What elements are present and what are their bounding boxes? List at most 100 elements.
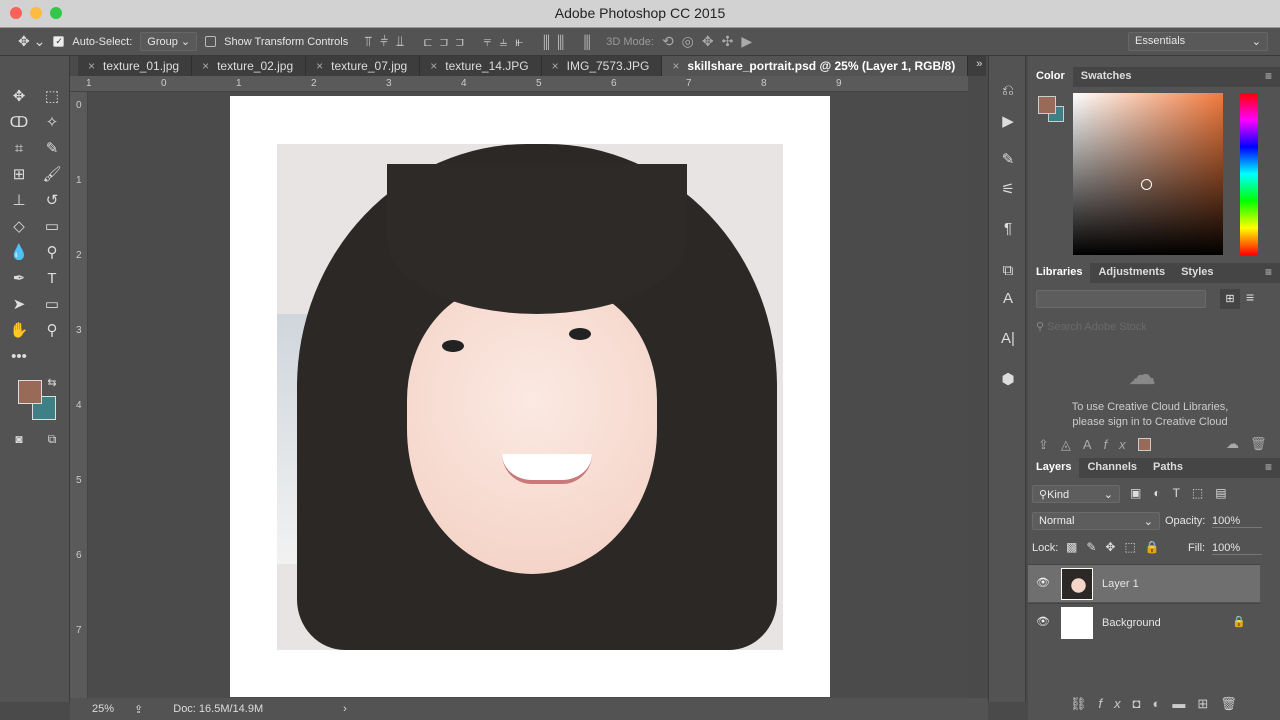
layer-filter-icons[interactable]: ▣◐T⬚▤: [1130, 486, 1239, 500]
panel-menu-icon[interactable]: ≡: [1265, 69, 1272, 83]
3d-icon[interactable]: ⬢: [997, 370, 1019, 388]
list-view-icon[interactable]: ≡: [1246, 289, 1254, 305]
eyedropper-icon[interactable]: ✎: [40, 138, 64, 160]
document-tab[interactable]: × IMG_7573.JPG: [542, 56, 663, 76]
close-tab-icon[interactable]: ×: [316, 59, 323, 73]
trash-icon[interactable]: 🗑: [1250, 436, 1267, 452]
opacity-field[interactable]: 100%: [1212, 515, 1262, 528]
lasso-tool-icon[interactable]: ↀ: [7, 112, 31, 134]
more-tools-icon[interactable]: •••: [7, 346, 31, 368]
close-tab-icon[interactable]: ×: [202, 59, 209, 73]
library-dropdown[interactable]: [1036, 290, 1206, 308]
library-color-swatch[interactable]: [1138, 438, 1151, 451]
hue-slider[interactable]: [1240, 93, 1258, 255]
move-tool-icon[interactable]: ✥: [7, 86, 31, 108]
color-field[interactable]: [1073, 93, 1223, 255]
close-tab-icon[interactable]: ×: [88, 59, 95, 73]
color-picker-cursor[interactable]: [1141, 179, 1152, 190]
ruler-tick-label: 6: [76, 550, 82, 561]
healing-brush-icon[interactable]: ⊞: [7, 164, 31, 186]
cloud-sync-icon[interactable]: ☁: [1226, 436, 1239, 452]
brush-icon[interactable]: ✎: [997, 150, 1019, 168]
ruler-tick-label: 2: [311, 78, 317, 89]
type-tool-icon[interactable]: T: [40, 268, 64, 290]
fill-field[interactable]: 100%: [1212, 542, 1262, 555]
close-tab-icon[interactable]: ×: [552, 59, 559, 73]
stock-search[interactable]: ⚲ Search Adobe Stock: [1036, 320, 1147, 333]
layer-actions[interactable]: ⛓fx◘◐▬⊞🗑: [1070, 696, 1249, 712]
panel-menu-icon[interactable]: ≡: [1265, 460, 1272, 474]
brush-presets-icon[interactable]: ⚟: [997, 180, 1019, 198]
panel-fg-swatch[interactable]: [1038, 96, 1056, 114]
document-tab[interactable]: × skillshare_portrait.psd @ 25% (Layer 1,…: [662, 56, 969, 76]
layer-row-layer-1[interactable]: 👁 Layer 1: [1028, 564, 1260, 602]
library-actions[interactable]: ⇪◬Afx: [1038, 437, 1138, 453]
document-tab[interactable]: × texture_07.jpg: [306, 56, 421, 76]
document-tab[interactable]: × texture_02.jpg: [192, 56, 307, 76]
character-icon[interactable]: A: [997, 290, 1019, 307]
tab-channels[interactable]: Channels: [1079, 458, 1145, 478]
blend-mode-dropdown[interactable]: Normal ⌄: [1032, 512, 1160, 530]
gradient-tool-icon[interactable]: ▭: [40, 216, 64, 238]
foreground-color-swatch[interactable]: [18, 380, 42, 404]
tab-color[interactable]: Color: [1028, 67, 1073, 87]
pen-tool-icon[interactable]: ✒: [7, 268, 31, 290]
actions-play-icon[interactable]: ▶: [997, 112, 1019, 130]
crop-tool-icon[interactable]: ⌗: [7, 138, 31, 160]
layer-filter-dropdown[interactable]: ⚲Kind ⌄: [1032, 485, 1120, 503]
grid-view-icon[interactable]: ⊞: [1220, 289, 1240, 309]
status-menu-arrow[interactable]: ›: [343, 703, 347, 715]
eraser-tool-icon[interactable]: ◇: [7, 216, 31, 238]
path-select-icon[interactable]: ➤: [7, 294, 31, 316]
tab-libraries[interactable]: Libraries: [1028, 263, 1091, 283]
layer-row-background[interactable]: 👁 Background 🔒: [1028, 603, 1260, 641]
ruler-tick-label: 6: [611, 78, 617, 89]
show-transform-checkbox[interactable]: [205, 36, 217, 47]
toolbox: ✥ ⬚ ↀ ✧ ⌗ ✎ ⊞ 🖌 ⊥ ↺ ◇ ▭ 💧 ⚲ ✒ T ➤ ▭ ✋ ⚲ …: [0, 56, 70, 702]
close-tab-icon[interactable]: ×: [430, 59, 437, 73]
more-tabs-icon[interactable]: »: [968, 56, 990, 76]
layer-name[interactable]: Background: [1102, 617, 1161, 629]
quick-mask-icon[interactable]: ◙: [7, 428, 31, 450]
3d-mode-icons[interactable]: ⟲◎✥✣▶: [662, 33, 760, 50]
zoom-tool-icon[interactable]: ⚲: [40, 320, 64, 342]
document-tab[interactable]: × texture_14.JPG: [420, 56, 542, 76]
workspace-dropdown[interactable]: Essentials ⌄: [1128, 32, 1268, 51]
history-brush-icon[interactable]: ↺: [40, 190, 64, 212]
panel-menu-icon[interactable]: ≡: [1265, 265, 1272, 279]
move-tool-icon[interactable]: ✥ ⌄: [18, 33, 45, 50]
screen-mode-icon[interactable]: ⧉: [40, 428, 64, 450]
magic-wand-icon[interactable]: ✧: [40, 112, 64, 134]
history-icon[interactable]: ⎌: [997, 82, 1019, 99]
visibility-eye-icon[interactable]: 👁: [1036, 615, 1050, 628]
layer-thumbnail: [1061, 607, 1093, 639]
visibility-eye-icon[interactable]: 👁: [1036, 576, 1050, 589]
marquee-tool-icon[interactable]: ⬚: [40, 86, 64, 108]
zoom-level[interactable]: 25%: [92, 703, 114, 715]
tab-styles[interactable]: Styles: [1173, 263, 1221, 283]
tab-adjustments[interactable]: Adjustments: [1090, 263, 1173, 283]
document-tab[interactable]: × texture_01.jpg: [78, 56, 193, 76]
brush-tool-icon[interactable]: 🖌: [40, 164, 64, 186]
align-icons[interactable]: ⫪⫩⫫ ⊏⊐⊐ ⫧⫨⫦ ⫼⫼ ⫼: [364, 33, 598, 50]
blur-tool-icon[interactable]: 💧: [7, 242, 31, 264]
export-icon[interactable]: ⇪: [134, 703, 143, 716]
lock-icons[interactable]: ▩✎✥⬚🔒: [1066, 540, 1169, 554]
layer-name[interactable]: Layer 1: [1102, 578, 1139, 590]
ruler-tick-label: 9: [836, 78, 842, 89]
dodge-tool-icon[interactable]: ⚲: [40, 242, 64, 264]
stamp-tool-icon[interactable]: ⊥: [7, 190, 31, 212]
tab-paths[interactable]: Paths: [1145, 458, 1191, 478]
tab-swatches[interactable]: Swatches: [1073, 67, 1140, 87]
clone-source-icon[interactable]: ⧉: [997, 262, 1019, 279]
character-styles-icon[interactable]: A|: [997, 330, 1019, 347]
auto-select-dropdown[interactable]: Group ⌄: [140, 32, 198, 51]
auto-select-checkbox[interactable]: [53, 36, 65, 47]
ruler-tick-label: 0: [161, 78, 167, 89]
paragraph-icon[interactable]: ¶: [997, 220, 1019, 237]
tab-layers[interactable]: Layers: [1028, 458, 1080, 478]
hand-tool-icon[interactable]: ✋: [7, 320, 31, 342]
rectangle-tool-icon[interactable]: ▭: [40, 294, 64, 316]
swap-colors-icon[interactable]: ⇆: [40, 372, 64, 394]
close-tab-icon[interactable]: ×: [672, 59, 679, 73]
